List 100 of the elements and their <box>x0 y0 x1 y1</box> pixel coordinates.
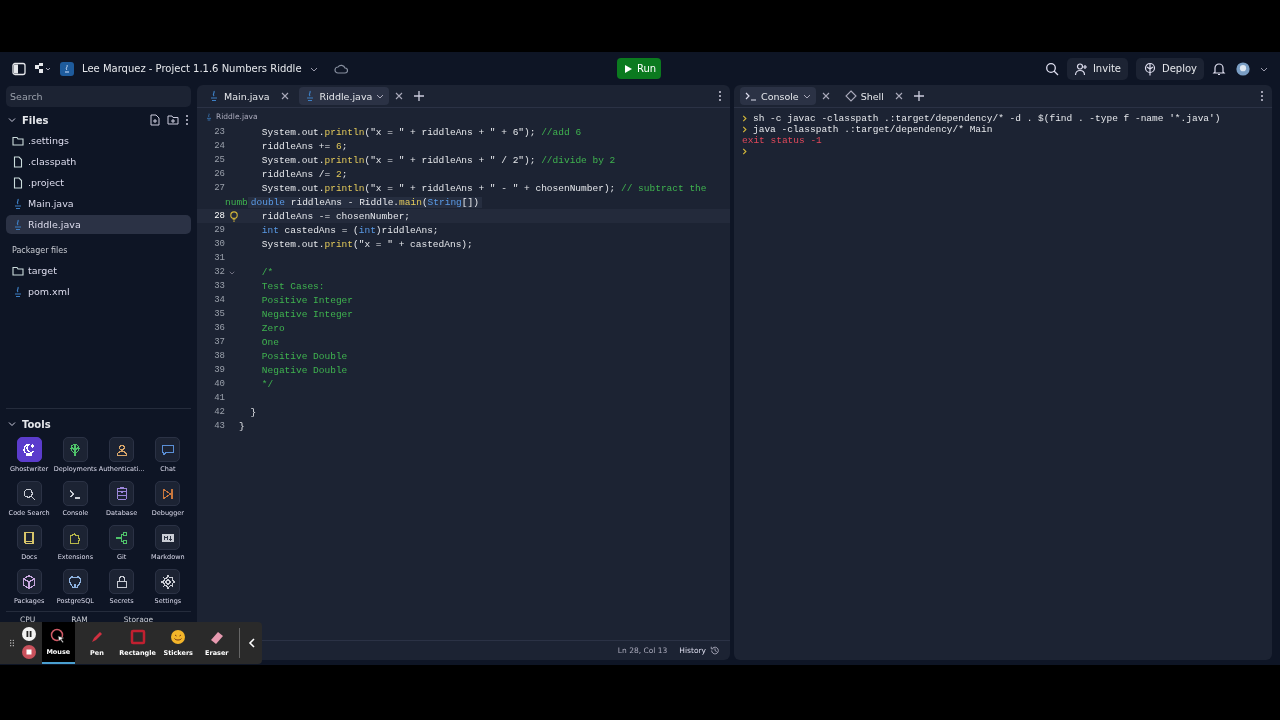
sidebar-toggle-icon[interactable] <box>12 61 26 76</box>
code-line: numb <box>225 196 248 208</box>
kebab-menu-icon[interactable] <box>185 114 189 126</box>
caret-icon <box>802 92 811 100</box>
code-line: } <box>249 406 257 418</box>
line-number: 28 <box>213 211 225 221</box>
close-icon[interactable] <box>395 92 404 100</box>
line-number: 27 <box>213 183 225 193</box>
tool-button[interactable] <box>109 525 135 550</box>
search-field[interactable]: Search <box>6 86 191 107</box>
line-number: 42 <box>213 407 225 417</box>
line-number: 25 <box>213 155 225 165</box>
search-icon[interactable] <box>1044 61 1059 76</box>
code-line: Negative Double <box>260 364 348 376</box>
console-tab[interactable]: Shell <box>839 87 889 105</box>
eraser-icon <box>208 629 225 645</box>
line-number: 24 <box>213 141 225 151</box>
close-icon[interactable] <box>280 92 289 100</box>
globe-icon <box>1143 61 1157 76</box>
kebab-menu-icon[interactable] <box>1260 90 1264 102</box>
tool-button[interactable] <box>109 437 135 462</box>
file-item[interactable]: .classpath <box>6 152 191 171</box>
shell-icon <box>844 90 857 102</box>
file-item[interactable]: .settings <box>6 131 191 150</box>
file-item[interactable]: .project <box>6 173 191 192</box>
line-number: 30 <box>213 239 225 249</box>
tool-button[interactable] <box>62 569 88 594</box>
run-button[interactable]: Run <box>617 58 661 79</box>
pause-button[interactable] <box>22 627 36 641</box>
code-line: } <box>239 420 245 432</box>
file-item[interactable]: pom.xml <box>6 282 191 301</box>
file-icon <box>12 155 24 168</box>
console-output: sh -c javac -classpath .:target/dependency/* -d . $(find . -type f -name '*.java') <box>753 113 1221 124</box>
java-file-icon <box>205 112 213 121</box>
tool-button[interactable] <box>62 525 88 550</box>
new-folder-icon[interactable] <box>167 114 179 126</box>
tool-button[interactable] <box>16 569 42 594</box>
line-number: 35 <box>213 309 225 319</box>
code-line: Positive Double <box>260 350 348 362</box>
console-tab[interactable]: Console <box>740 87 816 105</box>
deploy-button[interactable]: Deploy <box>1136 57 1204 80</box>
invite-button[interactable]: Invite <box>1066 57 1128 80</box>
code-line: System.out.println("x = " + riddleAns + " - " + chosenNumber); // subtract the <box>260 182 707 194</box>
line-number: 39 <box>213 365 225 375</box>
close-icon[interactable] <box>821 92 830 100</box>
tool-button[interactable] <box>109 569 135 594</box>
file-item[interactable]: Main.java <box>6 194 191 213</box>
tool-button[interactable] <box>109 481 135 506</box>
code-line: Zero <box>260 322 285 334</box>
editor-tab[interactable]: Riddle.java <box>298 87 390 105</box>
java-file-icon <box>12 218 24 231</box>
folder-icon <box>12 264 24 277</box>
close-icon[interactable] <box>894 92 903 100</box>
code-line: Negative Integer <box>260 308 354 320</box>
add-person-icon <box>1073 61 1088 76</box>
project-title[interactable]: Lee Marquez - Project 1.1.6 Numbers Riddle <box>82 63 302 74</box>
chevron-left-icon[interactable] <box>246 637 258 649</box>
file-item[interactable]: Riddle.java <box>6 215 191 234</box>
prompt-icon <box>742 148 748 155</box>
project-icon <box>60 61 74 76</box>
tool-button[interactable] <box>155 569 181 594</box>
bell-icon[interactable] <box>1212 61 1226 76</box>
add-tab-icon[interactable] <box>912 90 925 102</box>
file-item[interactable]: target <box>6 261 191 280</box>
kebab-menu-icon[interactable] <box>718 90 722 102</box>
drag-handle-icon[interactable] <box>8 639 16 647</box>
lightbulb-icon[interactable] <box>229 210 239 222</box>
section-title: Packager files <box>12 246 69 255</box>
code-line: System.out.println("x = " + riddleAns + " + 6"); //add 6 <box>260 126 582 138</box>
chevron-down-icon[interactable] <box>8 420 16 428</box>
line-number: 43 <box>213 421 225 431</box>
java-file-icon <box>12 197 24 210</box>
line-number: 38 <box>213 351 225 361</box>
new-file-icon[interactable] <box>149 114 161 126</box>
chevron-down-icon[interactable] <box>8 116 16 124</box>
rectangle-icon <box>129 629 146 645</box>
code-line: riddleAns -= chosenNumber; <box>260 210 411 222</box>
add-tab-icon[interactable] <box>413 90 426 102</box>
line-number: 23 <box>213 127 225 137</box>
tool-button[interactable] <box>16 481 42 506</box>
tool-button[interactable] <box>62 481 88 506</box>
play-icon <box>624 64 632 73</box>
code-line: Positive Integer <box>260 294 354 306</box>
stop-button[interactable] <box>22 645 36 659</box>
code-line: One <box>260 336 279 348</box>
history-icon <box>710 645 720 656</box>
smiley-icon <box>170 629 187 645</box>
tool-button[interactable] <box>155 525 181 550</box>
workspace-menu-icon[interactable] <box>34 61 52 76</box>
code-line: riddleAns /= 2; <box>260 168 348 180</box>
line-number: 36 <box>213 323 225 333</box>
avatar-icon[interactable] <box>1234 61 1252 76</box>
tool-button[interactable] <box>16 437 42 462</box>
line-number: 33 <box>213 281 225 291</box>
tool-button[interactable] <box>62 437 88 462</box>
terminal-icon <box>745 90 757 102</box>
line-number: 26 <box>213 169 225 179</box>
editor-tab[interactable]: Main.java <box>203 87 275 105</box>
tool-button[interactable] <box>16 525 42 550</box>
line-number: 37 <box>213 337 225 347</box>
